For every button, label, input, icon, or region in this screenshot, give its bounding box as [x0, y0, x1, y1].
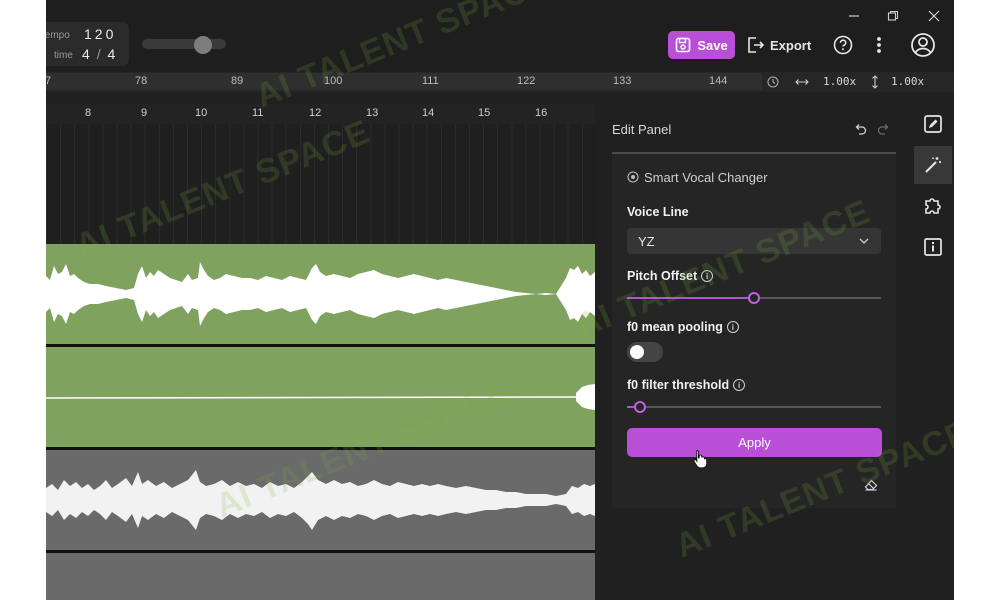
close-icon[interactable]: [928, 10, 940, 22]
export-button[interactable]: Export: [746, 31, 818, 59]
export-label: Export: [770, 37, 812, 53]
ruler-mark: 78: [135, 75, 148, 87]
user-avatar-icon[interactable]: [910, 32, 936, 58]
ruler-mark: 122: [517, 75, 536, 87]
info-icon[interactable]: i: [733, 379, 746, 391]
pitch-track[interactable]: [46, 347, 595, 447]
radio-indicator-icon[interactable]: [627, 171, 639, 183]
mode-label[interactable]: Smart Vocal Changer: [644, 170, 768, 185]
edit-panel-title: Edit Panel: [612, 122, 672, 137]
mouse-cursor-icon: [693, 450, 707, 469]
info-icon[interactable]: i: [701, 270, 714, 282]
toggle-knob: [630, 345, 644, 359]
f0-threshold-thumb[interactable]: [634, 401, 646, 413]
edit-note-icon: [924, 115, 942, 133]
ruler-mark: 89: [231, 75, 244, 87]
export-icon: [748, 37, 764, 53]
accompaniment-track[interactable]: [46, 450, 595, 550]
eraser-icon[interactable]: [864, 479, 878, 491]
time-label: time: [54, 50, 73, 61]
ruler-mark: 133: [613, 75, 632, 87]
position-ruler-strip[interactable]: [46, 73, 762, 90]
more-options-icon[interactable]: [874, 35, 884, 55]
info-panel-icon: [924, 238, 942, 256]
help-icon[interactable]: [833, 35, 853, 55]
tempo-label: tempo: [46, 30, 70, 41]
bar-number: 9: [141, 107, 148, 119]
timeline-grid[interactable]: [46, 124, 595, 244]
bar-number: 12: [309, 107, 322, 119]
vocal-waveform: [46, 262, 595, 326]
time-sig-denominator: 4: [107, 46, 116, 62]
pitch-offset-thumb[interactable]: [748, 292, 760, 304]
vocal-track[interactable]: [46, 244, 595, 344]
f0-threshold-slider[interactable]: [627, 399, 881, 415]
f0-pooling-toggle[interactable]: [627, 342, 663, 362]
bar-number: 13: [366, 107, 379, 119]
ruler-mark: 100: [324, 75, 343, 87]
time-sig-numerator: 4: [82, 46, 90, 62]
empty-track-area[interactable]: [46, 553, 595, 600]
bar-number: 8: [85, 107, 92, 119]
f0-threshold-label: f0 filter threshold i: [627, 378, 746, 392]
f0-threshold-track: [627, 406, 881, 408]
playback-slider-knob[interactable]: [194, 36, 212, 54]
ruler-mark: 111: [422, 75, 439, 87]
voice-line-label: Voice Line: [627, 205, 689, 219]
accompaniment-waveform: [46, 470, 595, 530]
f0-pooling-label-text: f0 mean pooling: [627, 320, 723, 334]
pitch-offset-label: Pitch Offset i: [627, 269, 714, 283]
bar-number: 10: [195, 107, 208, 119]
voice-line-label-text: Voice Line: [627, 205, 689, 219]
app-window: tempo 120 time 4 / 4 Save Export: [46, 0, 954, 600]
clock-icon: [767, 76, 779, 88]
time-signature[interactable]: 4 / 4: [82, 46, 115, 62]
bar-number: 15: [478, 107, 491, 119]
chevron-down-icon: [859, 238, 869, 244]
plugin-tool-button[interactable]: [914, 187, 952, 225]
vertical-zoom-value[interactable]: 1.00x: [891, 75, 924, 88]
save-button[interactable]: Save: [668, 31, 735, 59]
f0-pooling-label: f0 mean pooling i: [627, 320, 739, 334]
tempo-value[interactable]: 120: [84, 26, 116, 42]
ruler-mark: 7: [46, 75, 52, 87]
voice-line-value: YZ: [638, 234, 655, 249]
pitch-offset-fill: [627, 297, 754, 299]
tempo-display[interactable]: tempo 120 time 4 / 4: [46, 22, 129, 66]
voice-line-select[interactable]: YZ: [627, 228, 881, 254]
info-icon[interactable]: i: [726, 321, 739, 333]
horizontal-zoom-icon: [795, 79, 809, 85]
restore-icon[interactable]: [887, 10, 899, 22]
apply-button[interactable]: Apply: [627, 428, 882, 457]
edit-panel: Smart Vocal Changer Voice Line YZ Pitch …: [612, 152, 896, 508]
bar-number: 16: [535, 107, 548, 119]
plugin-icon: [925, 198, 941, 214]
bar-number: 14: [422, 107, 435, 119]
pitch-waveform: [46, 384, 595, 410]
pitch-offset-slider[interactable]: [627, 290, 881, 306]
bar-number: 11: [252, 107, 264, 119]
horizontal-zoom-value[interactable]: 1.00x: [823, 75, 856, 88]
magic-wand-icon: [925, 157, 941, 173]
undo-icon[interactable]: [853, 122, 867, 136]
save-icon: [676, 37, 691, 53]
redo-icon[interactable]: [877, 122, 891, 136]
time-sig-separator: /: [96, 46, 101, 62]
save-label: Save: [697, 37, 728, 53]
vertical-zoom-icon: [872, 75, 878, 89]
pitch-offset-label-text: Pitch Offset: [627, 269, 698, 283]
f0-threshold-label-text: f0 filter threshold: [627, 378, 730, 392]
apply-label: Apply: [738, 435, 771, 450]
edit-tool-button[interactable]: [914, 105, 952, 143]
ruler-mark: 144: [709, 75, 728, 87]
playback-slider[interactable]: [142, 39, 226, 49]
info-tool-button[interactable]: [914, 228, 952, 266]
magic-tool-button[interactable]: [914, 146, 952, 184]
minimize-icon[interactable]: [848, 10, 860, 22]
